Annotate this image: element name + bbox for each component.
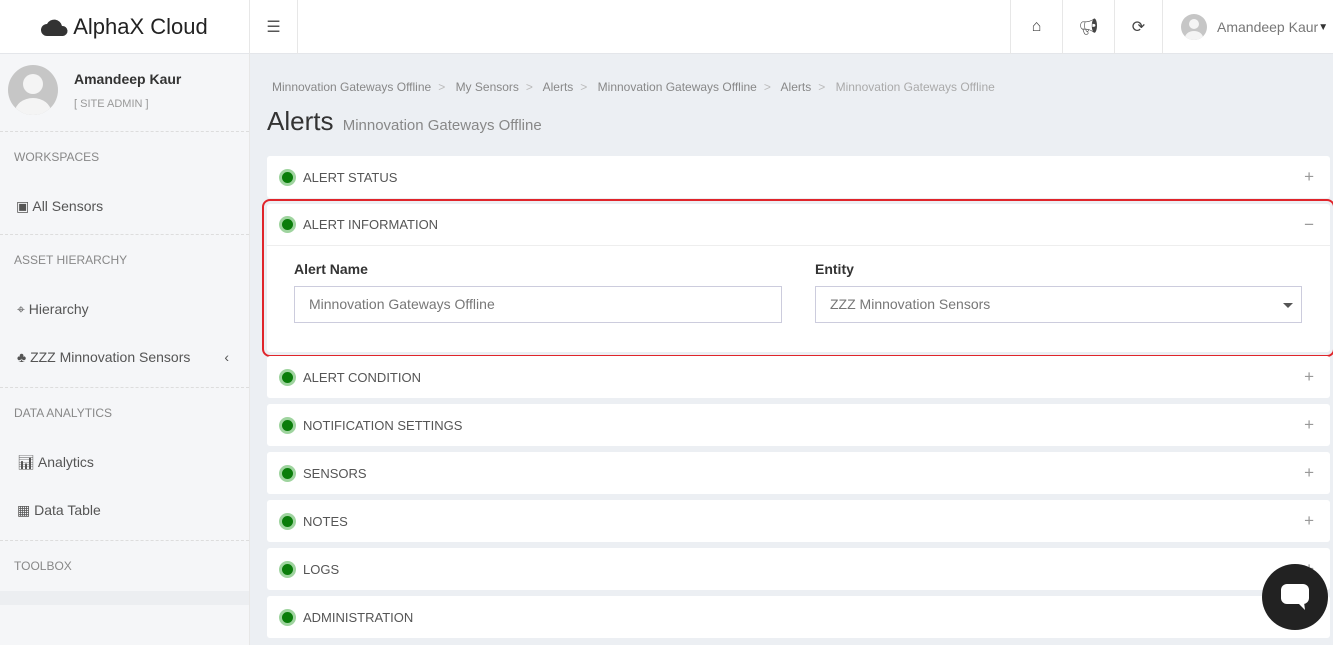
status-dot-icon (279, 464, 296, 482)
panel-alert-status[interactable]: ALERT STATUS + (267, 156, 1330, 198)
caret-down-icon: ▼ (1318, 21, 1329, 33)
announcements-button[interactable]: 📢︎ (1062, 0, 1114, 54)
sidebar-item-label: Analytics (37, 454, 94, 470)
panel-notification-settings[interactable]: NOTIFICATION SETTINGS + (267, 404, 1330, 446)
refresh-icon: ⟳ (1131, 19, 1146, 36)
cloud-icon (41, 19, 68, 36)
section-toolbox: TOOLBOX (14, 559, 72, 573)
panel-title: SENSORS (303, 465, 367, 481)
sidebar-item-data-table[interactable]: ▦ Data Table (0, 486, 249, 534)
chevron-left-icon: ‹ (224, 349, 229, 365)
brand-name: AlphaX Cloud (73, 14, 208, 39)
sidebar: Amandeep Kaur [ SITE ADMIN ] WORKSPACES … (0, 54, 250, 645)
home-button[interactable]: ⌂ (1010, 0, 1062, 54)
collapse-icon[interactable]: − (1304, 215, 1314, 235)
profile-avatar (8, 65, 58, 115)
status-dot-icon (279, 512, 296, 530)
status-dot-icon (279, 216, 296, 233)
panel-sensors[interactable]: SENSORS + (267, 452, 1330, 494)
status-dot-icon (279, 560, 296, 578)
alert-name-label: Alert Name (294, 261, 368, 277)
breadcrumb: Minnovation Gateways Offline > My Sensors… (272, 80, 995, 94)
panel-notes[interactable]: NOTES + (267, 500, 1330, 542)
target-icon: ⌖ (17, 301, 25, 317)
refresh-button[interactable]: ⟳ (1114, 0, 1162, 54)
table-icon: ▦ (17, 502, 31, 518)
sidebar-item-label: Hierarchy (28, 301, 89, 317)
status-dot-icon (279, 416, 296, 434)
chat-widget-button[interactable] (1262, 564, 1328, 630)
entity-value: ZZZ Minnovation Sensors (830, 296, 991, 312)
sidebar-item-label: ZZZ Minnovation Sensors (30, 349, 191, 365)
hamburger-icon: ☰ (266, 19, 281, 36)
section-data-analytics: DATA ANALYTICS (14, 406, 113, 420)
status-dot-icon (279, 168, 296, 186)
user-name: Amandeep Kaur (1217, 19, 1319, 35)
expand-icon[interactable]: + (1304, 511, 1314, 531)
sidebar-item-all-sensors[interactable]: ▣ All Sensors (0, 182, 249, 230)
user-menu[interactable]: Amandeep Kaur ▼ (1162, 0, 1333, 54)
dashboard-icon: ▣ (16, 198, 30, 214)
breadcrumb-current: Minnovation Gateways Offline (835, 80, 995, 94)
breadcrumb-item[interactable]: Minnovation Gateways Offline (598, 80, 757, 94)
title-text: Alerts (267, 106, 334, 136)
section-workspaces: WORKSPACES (14, 150, 100, 164)
panel-title: NOTES (303, 513, 348, 529)
home-icon: ⌂ (1031, 18, 1042, 35)
menu-toggle-button[interactable]: ☰ (250, 0, 298, 54)
panel-title: NOTIFICATION SETTINGS (303, 417, 463, 433)
panel-administration[interactable]: ADMINISTRATION (267, 596, 1330, 638)
panel-title: ALERT STATUS (303, 169, 398, 185)
entity-select[interactable]: ZZZ Minnovation Sensors (815, 286, 1302, 323)
sidebar-item-label: All Sensors (32, 198, 104, 214)
panel-title: ADMINISTRATION (303, 609, 414, 625)
expand-icon[interactable]: + (1304, 415, 1314, 435)
section-asset-hierarchy: ASSET HIERARCHY (14, 253, 128, 267)
expand-icon[interactable]: + (1304, 367, 1314, 387)
profile: Amandeep Kaur [ SITE ADMIN ] (0, 54, 249, 132)
chat-icon (1281, 584, 1309, 610)
panel-alert-condition[interactable]: ALERT CONDITION + (267, 356, 1330, 398)
breadcrumb-item[interactable]: Alerts (543, 80, 574, 94)
status-dot-icon (279, 368, 296, 386)
profile-name: Amandeep Kaur (74, 71, 182, 87)
sidebar-item-zzz-minnovation-sensors[interactable]: ♣ ZZZ Minnovation Sensors ‹ (0, 333, 249, 381)
panel-header[interactable]: ALERT INFORMATION − (267, 204, 1330, 246)
sitemap-icon: ♣ (17, 349, 27, 365)
top-bar: AlphaX Cloud ☰ ⌂ 📢︎ ⟳ Amandeep Kaur ▼ (0, 0, 1333, 54)
panel-logs[interactable]: LOGS+ (267, 548, 1330, 590)
page-title: Alerts Minnovation Gateways Offline (267, 106, 542, 137)
caret-down-icon (1283, 303, 1293, 313)
panel-alert-information: ALERT INFORMATION − Alert Name Minnovatio… (262, 199, 1333, 357)
status-dot-icon (279, 608, 296, 626)
alert-name-input[interactable]: Minnovation Gateways Offline (294, 286, 782, 323)
entity-label: Entity (815, 261, 854, 277)
avatar (1181, 14, 1207, 40)
chart-icon: 📊︎ (17, 454, 35, 470)
breadcrumb-item[interactable]: My Sensors (456, 80, 519, 94)
expand-icon[interactable]: + (1304, 167, 1314, 187)
panel-title: ALERT INFORMATION (303, 217, 439, 232)
sidebar-item-analytics[interactable]: 📊︎ Analytics (0, 438, 249, 486)
profile-role: [ SITE ADMIN ] (74, 98, 149, 110)
panel-title: LOGS (303, 561, 340, 577)
breadcrumb-item[interactable]: Minnovation Gateways Offline (272, 80, 431, 94)
brand-logo[interactable]: AlphaX Cloud (0, 0, 250, 54)
breadcrumb-item[interactable]: Alerts (781, 80, 812, 94)
sidebar-item-label: Data Table (34, 502, 101, 518)
panel-title: ALERT CONDITION (303, 369, 421, 385)
sidebar-item-hierarchy[interactable]: ⌖ Hierarchy (0, 285, 249, 333)
page-subtitle: Minnovation Gateways Offline (342, 117, 542, 134)
expand-icon[interactable]: + (1304, 463, 1314, 483)
megaphone-icon: 📢︎ (1078, 19, 1099, 36)
